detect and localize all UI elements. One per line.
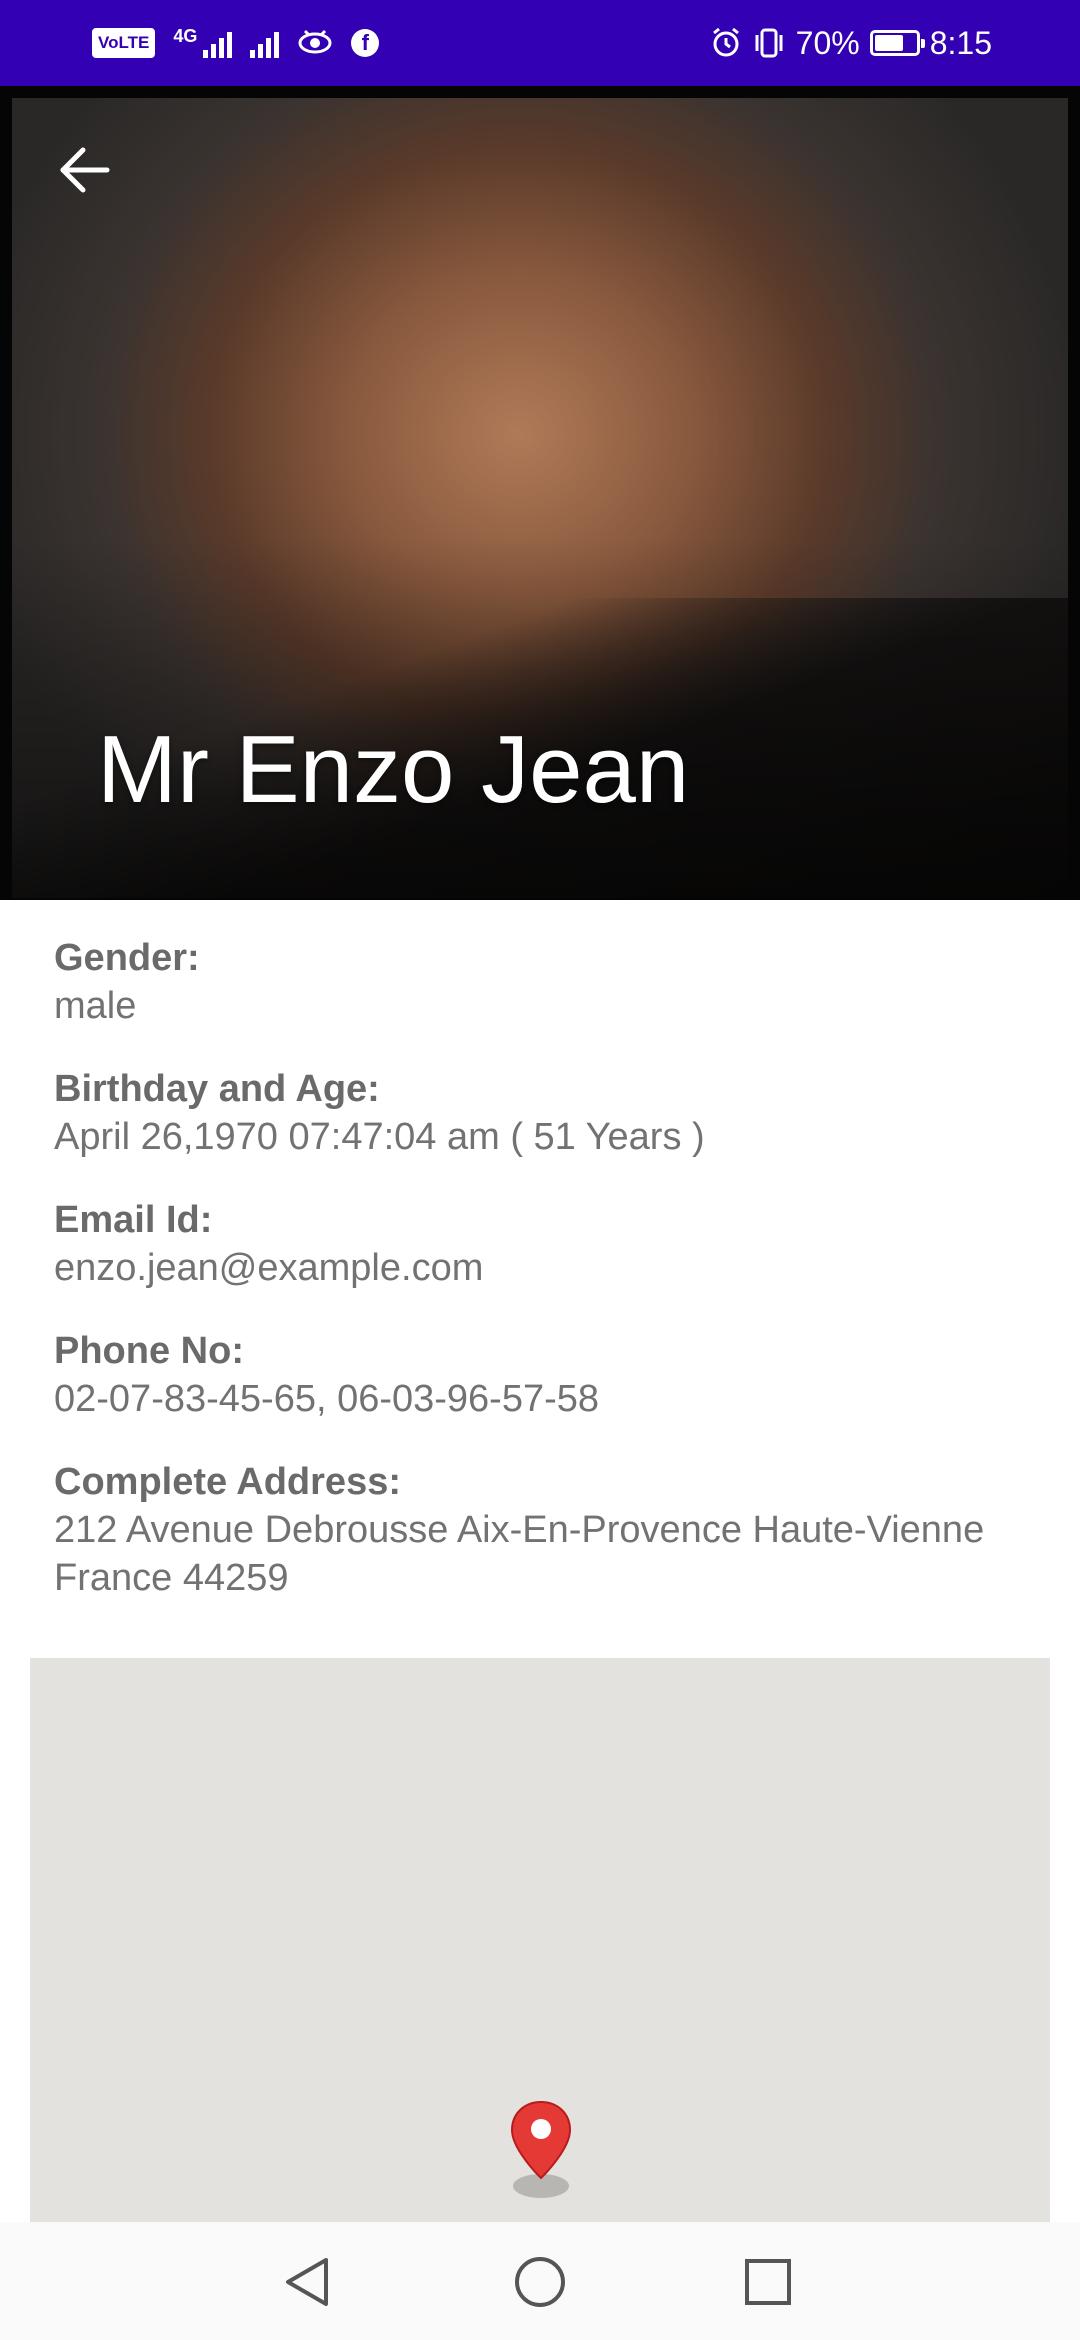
signal-icon [203,28,233,58]
email-label: Email Id: [54,1199,213,1241]
map-pin-icon[interactable] [508,2098,574,2198]
status-bar: VoLTE 4G f 70% 8:15 [0,0,1080,86]
birthday-value: April 26,1970 07:47:04 am ( 51 Years ) [54,1116,705,1158]
alarm-icon [712,27,739,57]
battery-fill [874,35,903,51]
address-value: 212 Avenue Debrousse Aix-En-Provence Hau… [54,1506,1054,1602]
back-button[interactable] [52,140,118,200]
address-field: Complete Address: 212 Avenue Debrousse A… [54,1458,1054,1602]
arrow-left-icon [60,147,110,193]
back-triangle-icon [286,2258,328,2306]
phone-value[interactable]: 02-07-83-45-65, 06-03-96-57-58 [54,1375,1054,1423]
status-left-icons: VoLTE 4G f [92,18,380,68]
recents-square-icon [745,2259,791,2305]
facebook-icon: f [351,29,380,57]
gender-label: Gender: [54,937,200,979]
signal-icon-2 [250,28,280,58]
profile-details: Gender: male Birthday and Age: April 26,… [54,934,1054,1637]
gender-value: male [54,985,137,1027]
location-map[interactable] [30,1658,1050,2222]
profile-name: Mr Enzo Jean [97,716,690,823]
nav-home-button[interactable] [502,2244,578,2320]
birthday-field: Birthday and Age: April 26,1970 07:47:04… [54,1065,1054,1161]
address-line-1: 212 Avenue Debrousse Aix-En-Provence Hau… [54,1509,985,1551]
home-circle-icon [515,2257,565,2307]
status-right-icons: 70% 8:15 [710,18,992,68]
phone-field: Phone No: 02-07-83-45-65, 06-03-96-57-58 [54,1327,1054,1423]
battery-percent: 70% [795,24,860,61]
vibrate-icon [755,28,783,58]
email-field: Email Id: enzo.jean@example.com [54,1196,1054,1292]
gender-field: Gender: male [54,934,1054,1030]
battery-icon [869,30,925,56]
network-type: 4G [173,25,198,46]
address-line-2: France 44259 [54,1557,289,1599]
nav-back-button[interactable] [270,2244,346,2320]
birthday-label: Birthday and Age: [54,1068,380,1110]
phone-label: Phone No: [54,1330,244,1372]
volte-icon: VoLTE [92,28,156,58]
clock-time: 8:15 [929,24,992,61]
eye-icon [298,29,332,54]
nav-recents-button[interactable] [730,2244,806,2320]
email-value[interactable]: enzo.jean@example.com [54,1244,1054,1292]
navigation-bar [0,2222,1080,2340]
address-label: Complete Address: [54,1461,401,1503]
